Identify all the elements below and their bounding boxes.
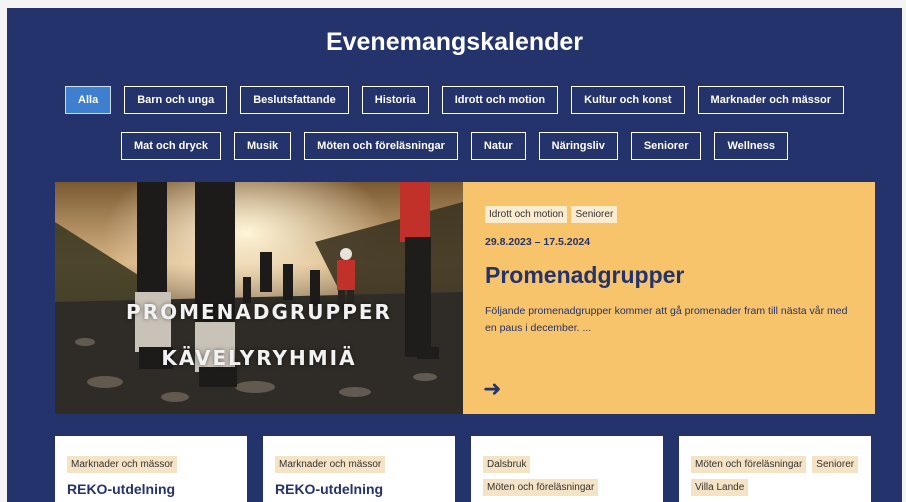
event-card-title[interactable]: REKO-utdelning <box>67 481 235 497</box>
event-card[interactable]: Marknader och mässor REKO-utdelning <box>55 436 247 502</box>
filter-kultur-och-konst-button[interactable]: Kultur och konst <box>571 86 685 114</box>
filter-moten-och-forelasningar-button[interactable]: Möten och föreläsningar <box>304 132 458 160</box>
featured-tags: Idrott och motion Seniorer <box>485 206 853 223</box>
tag: Marknader och mässor <box>275 456 386 473</box>
event-card[interactable]: Dalsbruk Möten och föreläsningar <box>471 436 663 502</box>
event-card-tags: Dalsbruk Möten och föreläsningar <box>483 456 651 496</box>
tag: Seniorer <box>812 456 859 473</box>
event-title[interactable]: Promenadgrupper <box>485 262 853 289</box>
event-date: 29.8.2023 – 17.5.2024 <box>485 236 591 248</box>
filter-row-2: Mat och dryck Musik Möten och föreläsninga… <box>7 132 902 160</box>
featured-event-image: PROMENADGRUPPER KÄVELYRYHMIÄ <box>55 182 463 414</box>
hiking-photo <box>55 182 463 414</box>
filter-alla-button[interactable]: Alla <box>65 86 112 114</box>
filter-mat-och-dryck-button[interactable]: Mat och dryck <box>121 132 221 160</box>
filter-natur-button[interactable]: Natur <box>470 132 526 160</box>
filter-naringsliv-button[interactable]: Näringsliv <box>538 132 618 160</box>
tag: Marknader och mässor <box>67 456 178 473</box>
tag: Villa Lande <box>691 479 749 496</box>
tag: Seniorer <box>571 206 618 223</box>
image-caption-swedish: PROMENADGRUPPER <box>126 300 392 324</box>
event-calendar-page: Evenemangskalender Alla Barn och unga Besl… <box>7 8 902 502</box>
filter-beslutsfattande-button[interactable]: Beslutsfattande <box>240 86 349 114</box>
tag: Möten och föreläsningar <box>691 456 807 473</box>
filter-idrott-och-motion-button[interactable]: Idrott och motion <box>441 86 559 114</box>
event-card-tags: Möten och föreläsningar Seniorer Villa Lan… <box>691 456 859 496</box>
filter-row-1: Alla Barn och unga Beslutsfattande Historia… <box>7 86 902 114</box>
filter-seniorer-button[interactable]: Seniorer <box>630 132 702 160</box>
tag: Möten och föreläsningar <box>483 479 599 496</box>
filter-marknader-och-massor-button[interactable]: Marknader och mässor <box>697 86 844 114</box>
filter-historia-button[interactable]: Historia <box>361 86 429 114</box>
image-caption-finnish: KÄVELYRYHMIÄ <box>161 346 357 370</box>
tag: Idrott och motion <box>485 206 568 223</box>
event-card-tags: Marknader och mässor <box>67 456 235 473</box>
tag: Dalsbruk <box>483 456 531 473</box>
page-title: Evenemangskalender <box>325 28 584 56</box>
event-card[interactable]: Möten och föreläsningar Seniorer Villa Lan… <box>679 436 871 502</box>
event-card-title[interactable]: REKO-utdelning <box>275 481 443 497</box>
featured-event-card[interactable]: PROMENADGRUPPER KÄVELYRYHMIÄ Idrott och … <box>55 182 875 414</box>
event-card[interactable]: Marknader och mässor REKO-utdelning <box>263 436 455 502</box>
event-description: Följande promenadgrupper kommer att gå p… <box>485 305 848 334</box>
filter-wellness-button[interactable]: Wellness <box>714 132 788 160</box>
event-card-list: Marknader och mässor REKO-utdelning Markna… <box>55 436 871 502</box>
arrow-right-icon[interactable]: ➜ <box>483 376 501 402</box>
filter-musik-button[interactable]: Musik <box>233 132 292 160</box>
featured-event-details: Idrott och motion Seniorer 29.8.2023 – 1… <box>463 182 875 414</box>
filter-barn-och-unga-button[interactable]: Barn och unga <box>124 86 228 114</box>
event-card-tags: Marknader och mässor <box>275 456 443 473</box>
